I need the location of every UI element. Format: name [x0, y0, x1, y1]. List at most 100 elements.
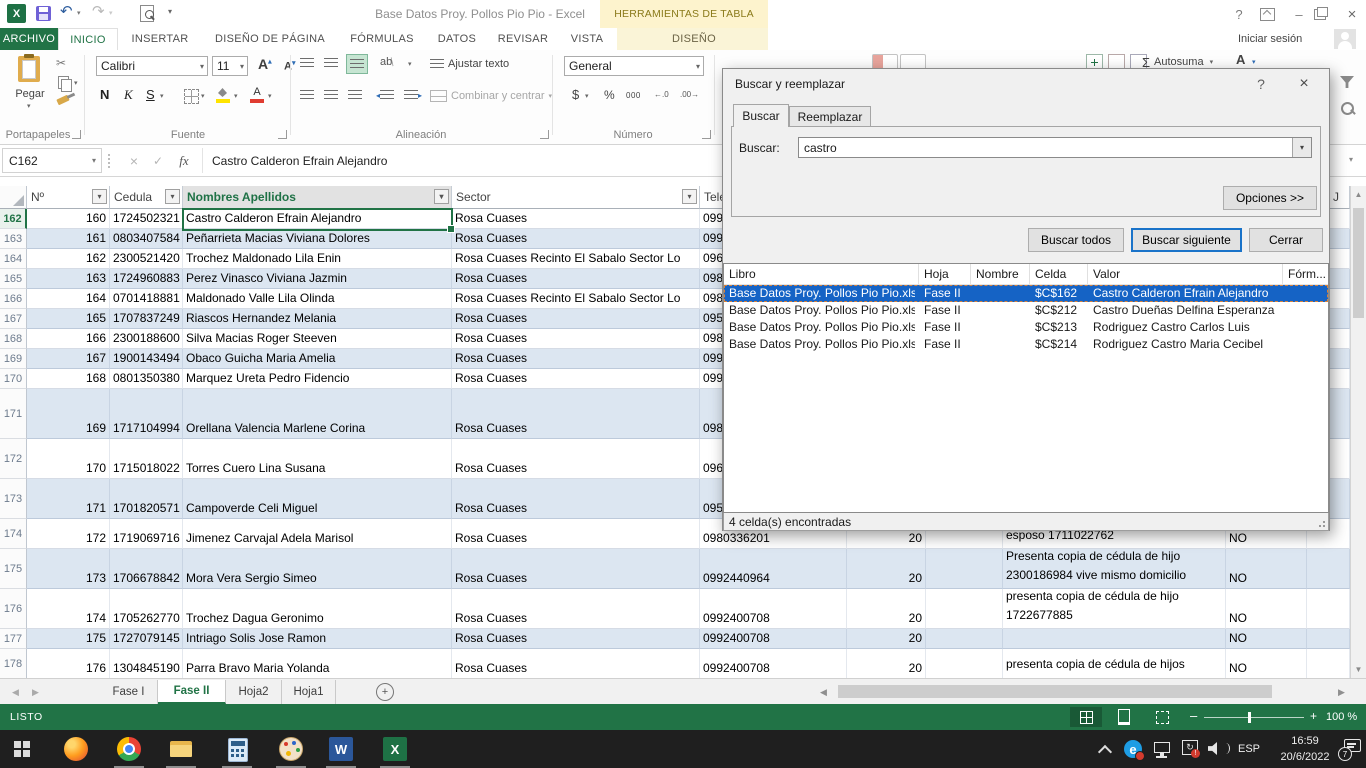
- cell-f-175[interactable]: 20: [847, 549, 926, 589]
- font-name-select[interactable]: Calibri▾: [96, 56, 208, 76]
- cell-cedula-163[interactable]: 0803407584: [110, 229, 183, 249]
- column-header-sector[interactable]: Sector▾: [452, 186, 700, 209]
- sheet-nav-left-icon[interactable]: ◀: [12, 687, 19, 698]
- dialog-close-icon[interactable]: ×: [1289, 69, 1319, 99]
- dialog-help-icon[interactable]: ?: [1247, 69, 1275, 99]
- row-header-174[interactable]: 174: [0, 519, 27, 549]
- horizontal-scroll-thumb[interactable]: [838, 685, 1272, 698]
- cell-sector-177[interactable]: Rosa Cuases: [452, 629, 700, 649]
- font-color-dropdown-icon[interactable]: ▾: [268, 92, 272, 100]
- cell-nombre-162[interactable]: Castro Calderon Efrain Alejandro: [183, 209, 452, 229]
- grow-font-button[interactable]: A▴: [258, 56, 272, 72]
- cell-cedula-166[interactable]: 0701418881: [110, 289, 183, 309]
- cell-cedula-169[interactable]: 1900143494: [110, 349, 183, 369]
- tab-buscar[interactable]: Buscar: [733, 104, 789, 127]
- qat-customize-icon[interactable]: ▾: [168, 7, 172, 16]
- row-header-169[interactable]: 169: [0, 349, 27, 369]
- restore-icon[interactable]: [1314, 9, 1326, 20]
- row-header-178[interactable]: 178: [0, 649, 27, 678]
- cell-nombre-177[interactable]: Intriago Solis Jose Ramon: [183, 629, 452, 649]
- cell-cedula-175[interactable]: 1706678842: [110, 549, 183, 589]
- cell-nombre-166[interactable]: Maldonado Valle Lila Olinda: [183, 289, 452, 309]
- zoom-slider[interactable]: [1204, 717, 1304, 718]
- save-icon[interactable]: [36, 6, 51, 21]
- cell-n-164[interactable]: 162: [27, 249, 110, 269]
- cell-n-171[interactable]: 169: [27, 389, 110, 439]
- copy-icon[interactable]: [58, 76, 69, 89]
- align-center-icon[interactable]: [324, 90, 338, 100]
- options-button[interactable]: Opciones >>: [1223, 186, 1317, 210]
- border-icon[interactable]: [184, 89, 199, 104]
- ribbon-tab-diseño[interactable]: DISEÑO: [642, 28, 746, 50]
- cell-n-172[interactable]: 170: [27, 439, 110, 479]
- thousands-icon[interactable]: 000: [626, 91, 641, 100]
- row-header-162[interactable]: 162: [0, 209, 27, 229]
- row-header-164[interactable]: 164: [0, 249, 27, 269]
- filter-icon[interactable]: ▾: [92, 189, 107, 204]
- ribbon-tab-revisar[interactable]: REVISAR: [490, 28, 556, 50]
- cell-n-169[interactable]: 167: [27, 349, 110, 369]
- cell-no-178[interactable]: NO: [1226, 649, 1307, 678]
- results-column-header[interactable]: Nombre: [976, 264, 1031, 284]
- word-icon[interactable]: W: [329, 737, 353, 761]
- ribbon-tab-diseño-de-página[interactable]: DISEÑO DE PÁGINA: [204, 28, 336, 50]
- notification-center-icon[interactable]: 7: [1344, 739, 1361, 752]
- cell-obs-178[interactable]: presenta copia de cédula de hijos 131496…: [1003, 649, 1226, 678]
- decrease-indent-icon[interactable]: ◂: [380, 90, 394, 100]
- cell-sector-173[interactable]: Rosa Cuases: [452, 479, 700, 519]
- name-box[interactable]: C162 ▾: [2, 148, 102, 173]
- cell-no-177[interactable]: NO: [1226, 629, 1307, 649]
- row-header-168[interactable]: 168: [0, 329, 27, 349]
- row-header-172[interactable]: 172: [0, 439, 27, 479]
- minimize-icon[interactable]: –: [1286, 0, 1312, 28]
- cell-nombre-164[interactable]: Trochez Maldonado Lila Enin: [183, 249, 452, 269]
- sheet-tab-fase-ii[interactable]: Fase II: [158, 680, 226, 704]
- cell-g-178[interactable]: [926, 649, 1003, 678]
- cell-n-173[interactable]: 171: [27, 479, 110, 519]
- cell-sector-171[interactable]: Rosa Cuases: [452, 389, 700, 439]
- excel-taskbar-icon[interactable]: X: [383, 737, 407, 761]
- cell-cedula-176[interactable]: 1705262770: [110, 589, 183, 629]
- result-row[interactable]: Base Datos Proy. Pollos Pio Pio.xlsxFase…: [724, 319, 1328, 336]
- cell-g-175[interactable]: [926, 549, 1003, 589]
- cell-no-175[interactable]: NO: [1226, 549, 1307, 589]
- cell-obs-175[interactable]: Presenta copia de cédula de hijo 2300186…: [1003, 549, 1226, 589]
- ribbon-tab-datos[interactable]: DATOS: [428, 28, 486, 50]
- scroll-up-icon[interactable]: ▲: [1351, 186, 1366, 203]
- cell-cedula-174[interactable]: 1719069716: [110, 519, 183, 549]
- cell-sector-169[interactable]: Rosa Cuases: [452, 349, 700, 369]
- clock[interactable]: 16:59 20/6/2022: [1272, 733, 1338, 765]
- zoom-level[interactable]: 100 %: [1326, 704, 1357, 730]
- align-top-icon[interactable]: [300, 58, 314, 68]
- cell-f-177[interactable]: 20: [847, 629, 926, 649]
- sort-filter-icon[interactable]: A: [1236, 52, 1245, 67]
- alignment-dialog-launcher-icon[interactable]: [540, 130, 549, 139]
- row-header-165[interactable]: 165: [0, 269, 27, 289]
- cell-n-165[interactable]: 163: [27, 269, 110, 289]
- align-bottom-icon[interactable]: [346, 54, 368, 74]
- fill-handle[interactable]: [447, 225, 455, 233]
- row-header-167[interactable]: 167: [0, 309, 27, 329]
- row-header-177[interactable]: 177: [0, 629, 27, 649]
- print-preview-icon[interactable]: [140, 5, 154, 22]
- chrome-icon[interactable]: [117, 737, 141, 761]
- start-button[interactable]: [14, 741, 30, 757]
- cell-obs-177[interactable]: [1003, 629, 1226, 649]
- font-size-select[interactable]: 11▾: [212, 56, 248, 76]
- sheet-tab-hoja2[interactable]: Hoja2: [226, 680, 282, 704]
- zoom-out-icon[interactable]: –: [1190, 708, 1197, 723]
- formula-bar-expand-icon[interactable]: ▾: [1349, 155, 1353, 164]
- cell-sector-168[interactable]: Rosa Cuases: [452, 329, 700, 349]
- cell-n-175[interactable]: 173: [27, 549, 110, 589]
- cell-nombre-172[interactable]: Torres Cuero Lina Susana: [183, 439, 452, 479]
- filter-funnel-icon[interactable]: [1340, 76, 1354, 88]
- cell-n-163[interactable]: 161: [27, 229, 110, 249]
- find-input-dropdown-icon[interactable]: ▾: [1292, 138, 1311, 157]
- close-icon[interactable]: ×: [1338, 0, 1366, 28]
- column-header-cedula[interactable]: Cedula▾: [110, 186, 183, 209]
- cell-tel-176[interactable]: 0992400708: [700, 589, 847, 629]
- currency-icon[interactable]: $: [572, 87, 579, 102]
- results-column-header[interactable]: Celda: [1035, 264, 1089, 284]
- italic-button[interactable]: K: [124, 87, 133, 103]
- cell-sector-166[interactable]: Rosa Cuases Recinto El Sabalo Sector Lo: [452, 289, 700, 309]
